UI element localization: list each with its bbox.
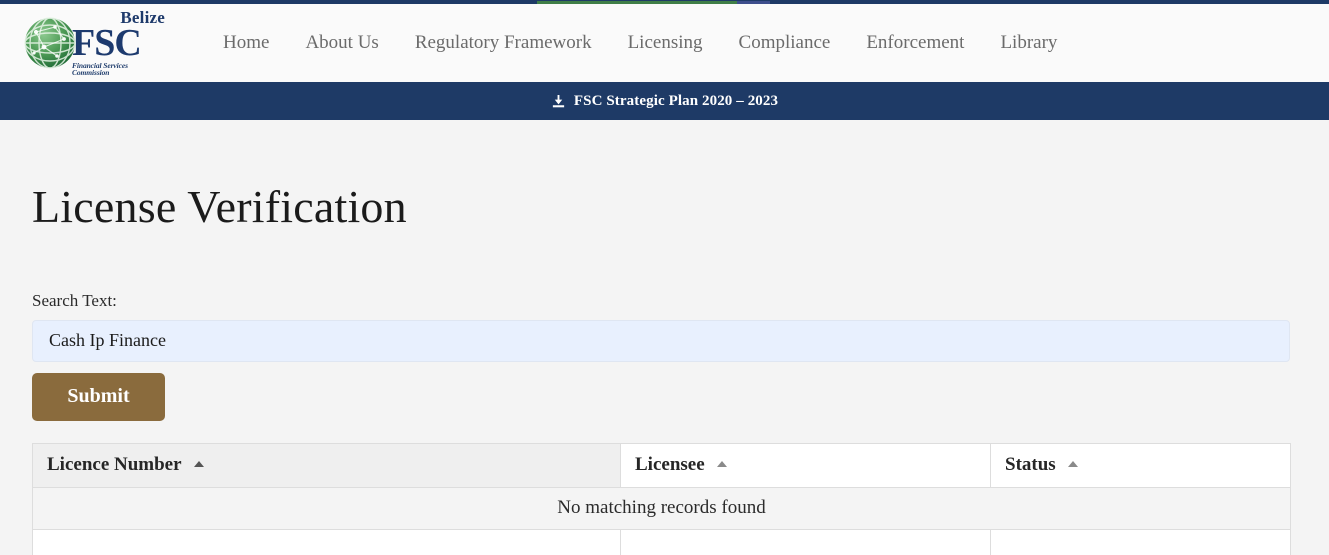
footer-cell-licence-number bbox=[32, 528, 621, 555]
announcement-label: FSC Strategic Plan 2020 – 2023 bbox=[573, 92, 779, 109]
submit-button[interactable]: Submit bbox=[32, 372, 165, 421]
table-row-empty: No matching records found bbox=[32, 486, 1291, 530]
sort-ascending-icon bbox=[1068, 461, 1079, 468]
table-body: No matching records found bbox=[32, 486, 1291, 530]
download-icon bbox=[551, 94, 566, 109]
column-label-licensee: Licensee bbox=[635, 454, 705, 476]
page-content: License Verification Search Text: Submit… bbox=[0, 120, 1329, 555]
column-header-licence-number[interactable]: Licence Number bbox=[32, 442, 621, 488]
table-header: Licence Number Licensee Status bbox=[32, 442, 1291, 488]
sort-ascending-icon bbox=[193, 461, 204, 468]
footer-cell-status bbox=[990, 528, 1291, 555]
logo-tagline-text: Financial Services Commission bbox=[72, 60, 128, 78]
license-results-table: Licence Number Licensee Status No matchi bbox=[32, 442, 1291, 555]
nav-item-about-us[interactable]: About Us bbox=[287, 32, 396, 54]
footer-cell-licensee bbox=[620, 528, 991, 555]
site-logo[interactable]: Belize FSC Financial Services Commission bbox=[22, 9, 167, 78]
search-text-label: Search Text: bbox=[32, 290, 117, 310]
announcement-bar: FSC Strategic Plan 2020 – 2023 bbox=[0, 82, 1329, 120]
license-search-form: Search Text: Submit bbox=[0, 291, 1329, 421]
logo-acronym-text: FSC bbox=[72, 22, 142, 65]
table-header-row: Licence Number Licensee Status bbox=[32, 442, 1291, 488]
nav-item-compliance[interactable]: Compliance bbox=[721, 32, 849, 54]
nav-item-enforcement[interactable]: Enforcement bbox=[848, 32, 982, 54]
table-footer bbox=[32, 528, 1291, 555]
table-footer-row bbox=[32, 528, 1291, 555]
nav-item-regulatory-framework[interactable]: Regulatory Framework bbox=[397, 32, 610, 54]
no-records-message: No matching records found bbox=[32, 486, 1291, 530]
search-input[interactable] bbox=[32, 319, 1290, 362]
nav-item-library[interactable]: Library bbox=[982, 32, 1075, 54]
column-header-status[interactable]: Status bbox=[990, 442, 1291, 488]
column-label-status: Status bbox=[1005, 454, 1056, 476]
column-header-licensee[interactable]: Licensee bbox=[620, 442, 991, 488]
page-title: License Verification bbox=[32, 181, 407, 232]
sort-ascending-icon bbox=[717, 461, 728, 468]
nav-item-home[interactable]: Home bbox=[205, 32, 287, 54]
main-navigation: Home About Us Regulatory Framework Licen… bbox=[205, 32, 1075, 54]
nav-item-licensing[interactable]: Licensing bbox=[610, 32, 721, 54]
globe-icon bbox=[22, 15, 78, 71]
strategic-plan-download-link[interactable]: FSC Strategic Plan 2020 – 2023 bbox=[551, 93, 778, 110]
column-label-licence-number: Licence Number bbox=[47, 454, 182, 476]
site-header: Belize FSC Financial Services Commission… bbox=[0, 4, 1329, 82]
results-table-container: Licence Number Licensee Status No matchi bbox=[0, 442, 1329, 555]
